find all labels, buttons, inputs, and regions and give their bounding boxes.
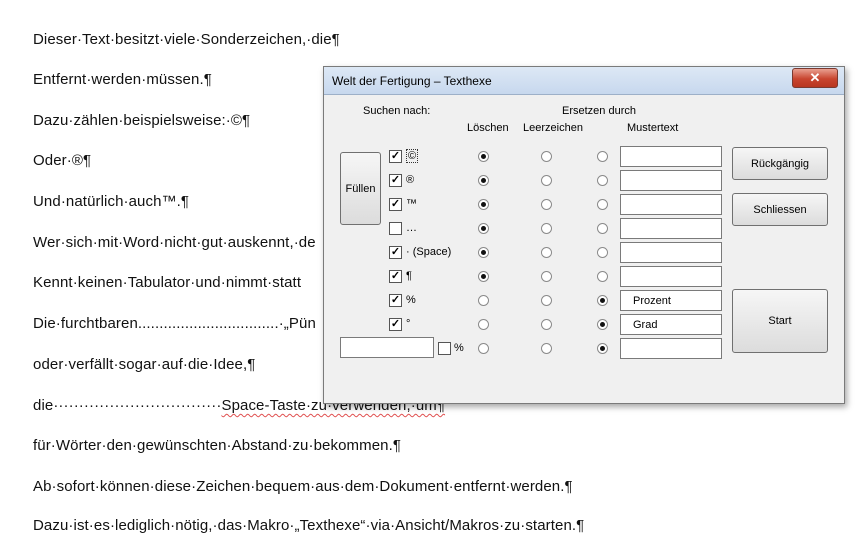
doc-line: Dieser·Text·besitzt·viele·Sonderzeichen,… — [33, 31, 340, 48]
symbol-row: ✓ © — [324, 146, 844, 168]
pattern-radio[interactable] — [597, 319, 608, 330]
space-radio[interactable] — [541, 151, 552, 162]
symbol-label: ® — [406, 174, 415, 186]
space-radio[interactable] — [541, 319, 552, 330]
delete-radio[interactable] — [478, 295, 489, 306]
doc-line: Oder·®¶ — [33, 152, 92, 169]
search-header: Suchen nach: — [363, 105, 431, 117]
include-checkbox[interactable]: ✓ — [389, 174, 402, 187]
title-bar[interactable]: Welt der Fertigung – Texthexe ✕ — [324, 67, 844, 95]
pattern-text-value: Prozent — [633, 295, 671, 307]
space-radio[interactable] — [541, 295, 552, 306]
space-column-header: Leerzeichen — [523, 122, 583, 134]
texthexe-dialog: Welt der Fertigung – Texthexe ✕ Suchen n… — [323, 66, 845, 404]
doc-line-prefix: die································· — [33, 397, 222, 414]
include-checkbox[interactable]: ✓ — [389, 318, 402, 331]
delete-radio[interactable] — [478, 199, 489, 210]
doc-line: Entfernt·werden·müssen.¶ — [33, 71, 212, 88]
pattern-text-input[interactable]: Grad — [620, 314, 722, 335]
symbol-row: ✓ ™ — [324, 194, 844, 216]
include-checkbox[interactable]: ✓ — [389, 150, 402, 163]
doc-line: Die·furchtbaren.........................… — [33, 315, 316, 332]
delete-radio[interactable] — [478, 319, 489, 330]
pattern-text-input[interactable] — [620, 146, 722, 167]
replace-header: Ersetzen durch — [562, 105, 636, 117]
symbol-label: ¶ — [406, 270, 412, 282]
pattern-text-value: Grad — [633, 319, 658, 331]
symbol-label: % — [406, 294, 416, 306]
delete-column-header: Löschen — [467, 122, 509, 134]
doc-line: Dazu·zählen·beispielsweise:·©¶ — [33, 112, 251, 129]
doc-line: für·Wörter·den·gewünschten·Abstand·zu·be… — [33, 437, 402, 454]
custom-symbol-checkbox[interactable] — [438, 342, 451, 355]
doc-line: Ab·sofort·können·diese·Zeichen·bequem·au… — [33, 478, 573, 495]
pattern-radio[interactable] — [597, 151, 608, 162]
pattern-column-header: Mustertext — [627, 122, 679, 134]
include-checkbox[interactable]: ✓ — [389, 198, 402, 211]
space-radio[interactable] — [541, 223, 552, 234]
pattern-text-input[interactable] — [620, 242, 722, 263]
include-checkbox[interactable]: ✓ — [389, 294, 402, 307]
include-checkbox[interactable]: ✓ — [389, 246, 402, 259]
space-radio[interactable] — [541, 343, 552, 354]
doc-line: Kennt·keinen·Tabulator·und·nimmt·statt — [33, 274, 302, 291]
custom-symbol-row: % — [324, 337, 844, 360]
symbol-row: … — [324, 218, 844, 240]
include-checkbox[interactable]: ✓ — [389, 270, 402, 283]
delete-radio[interactable] — [478, 151, 489, 162]
dialog-title: Welt der Fertigung – Texthexe — [332, 74, 492, 88]
pattern-radio[interactable] — [597, 343, 608, 354]
delete-radio[interactable] — [478, 223, 489, 234]
space-radio[interactable] — [541, 247, 552, 258]
close-icon: ✕ — [809, 70, 821, 85]
pattern-text-input[interactable]: Prozent — [620, 290, 722, 311]
symbol-row: ✓ ° Grad — [324, 314, 844, 336]
include-checkbox[interactable] — [389, 222, 402, 235]
delete-radio[interactable] — [478, 247, 489, 258]
dialog-client-area: Suchen nach: Ersetzen durch Löschen Leer… — [324, 95, 844, 403]
pattern-radio[interactable] — [597, 199, 608, 210]
symbol-label: © — [406, 149, 419, 163]
symbol-row: ✓ ¶ — [324, 266, 844, 288]
space-radio[interactable] — [541, 199, 552, 210]
percent-label: % — [454, 342, 464, 354]
doc-line: Wer·sich·mit·Word·nicht·gut·auskennt,·de — [33, 234, 316, 251]
doc-line: Und·natürlich·auch™.¶ — [33, 193, 190, 210]
symbol-row: ✓% Prozent — [324, 290, 844, 312]
doc-line: oder·verfällt·sogar·auf·die·Idee,¶ — [33, 356, 256, 373]
symbol-row: ✓ · (Space) — [324, 242, 844, 264]
pattern-radio[interactable] — [597, 271, 608, 282]
delete-radio[interactable] — [478, 343, 489, 354]
custom-symbol-input[interactable] — [340, 337, 434, 358]
pattern-text-input[interactable] — [620, 218, 722, 239]
pattern-radio[interactable] — [597, 175, 608, 186]
symbol-label: ™ — [406, 198, 417, 210]
symbol-label: · (Space) — [406, 246, 452, 258]
doc-line: Dazu·ist·es·lediglich·nötig,·das·Makro·„… — [33, 517, 585, 534]
pattern-text-input[interactable] — [620, 338, 722, 359]
symbol-label: ° — [406, 318, 411, 330]
delete-radio[interactable] — [478, 175, 489, 186]
symbol-label: … — [406, 222, 417, 234]
pattern-text-input[interactable] — [620, 194, 722, 215]
pattern-text-input[interactable] — [620, 170, 722, 191]
symbol-row: ✓ ® — [324, 170, 844, 192]
pattern-radio[interactable] — [597, 247, 608, 258]
delete-radio[interactable] — [478, 271, 489, 282]
space-radio[interactable] — [541, 271, 552, 282]
pattern-text-input[interactable] — [620, 266, 722, 287]
space-radio[interactable] — [541, 175, 552, 186]
pattern-radio[interactable] — [597, 295, 608, 306]
pattern-radio[interactable] — [597, 223, 608, 234]
close-window-button[interactable]: ✕ — [792, 68, 838, 88]
